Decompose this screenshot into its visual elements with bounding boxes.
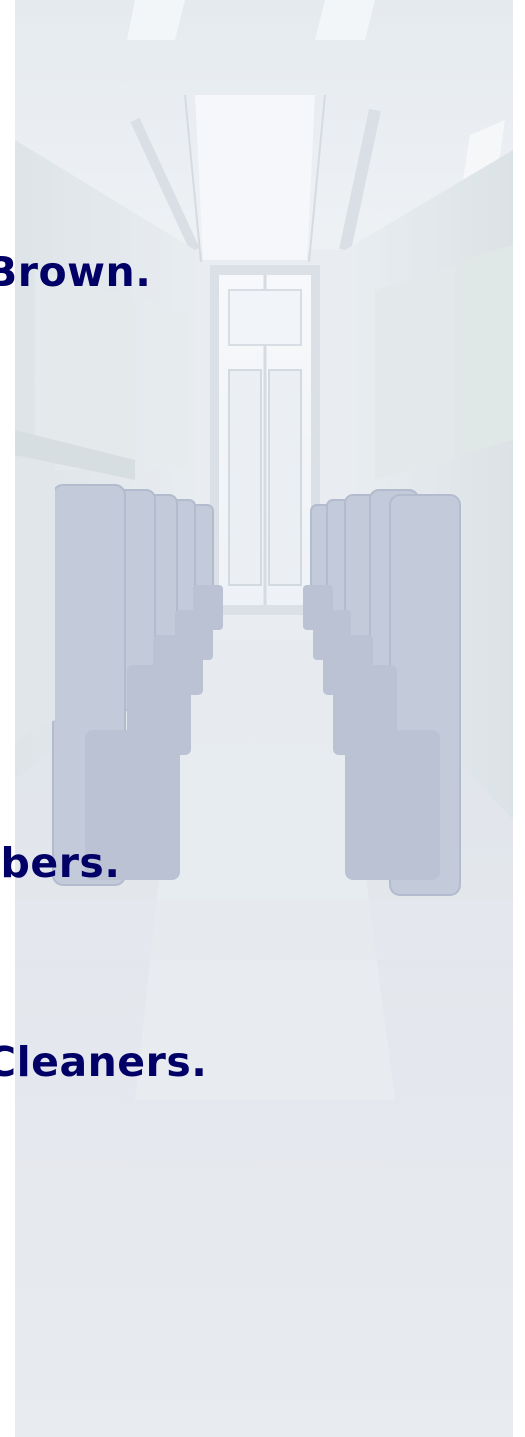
slide-text-line-3: Cleaners. <box>0 1038 208 1086</box>
salon-interior-image <box>15 0 513 1437</box>
salon-interior-illustration <box>15 0 513 1437</box>
slide: Brown. ibers. Cleaners. <box>0 0 525 1437</box>
slide-text-line-2: ibers. <box>0 839 121 887</box>
slide-text-line-1: Brown. <box>0 248 152 296</box>
